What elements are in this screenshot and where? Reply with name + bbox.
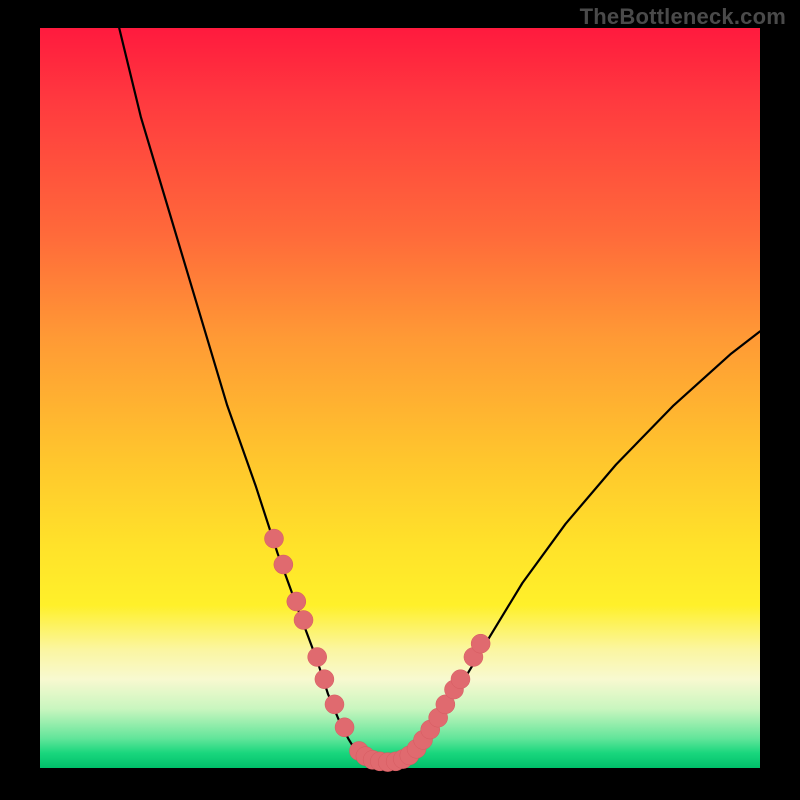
data-marker — [265, 529, 284, 548]
watermark-text: TheBottleneck.com — [580, 4, 786, 30]
marker-group — [265, 529, 491, 771]
plot-frame — [40, 28, 760, 768]
curve-right-branch — [412, 331, 760, 756]
curve-left-branch — [119, 28, 359, 756]
data-marker — [274, 555, 293, 574]
data-marker — [335, 718, 354, 737]
chart-stage: TheBottleneck.com — [0, 0, 800, 800]
data-marker — [325, 695, 344, 714]
data-marker — [308, 648, 327, 667]
chart-overlay-svg — [40, 28, 760, 768]
data-marker — [315, 670, 334, 689]
data-marker — [294, 611, 313, 630]
data-marker — [287, 592, 306, 611]
data-marker — [451, 670, 470, 689]
data-marker — [471, 634, 490, 653]
